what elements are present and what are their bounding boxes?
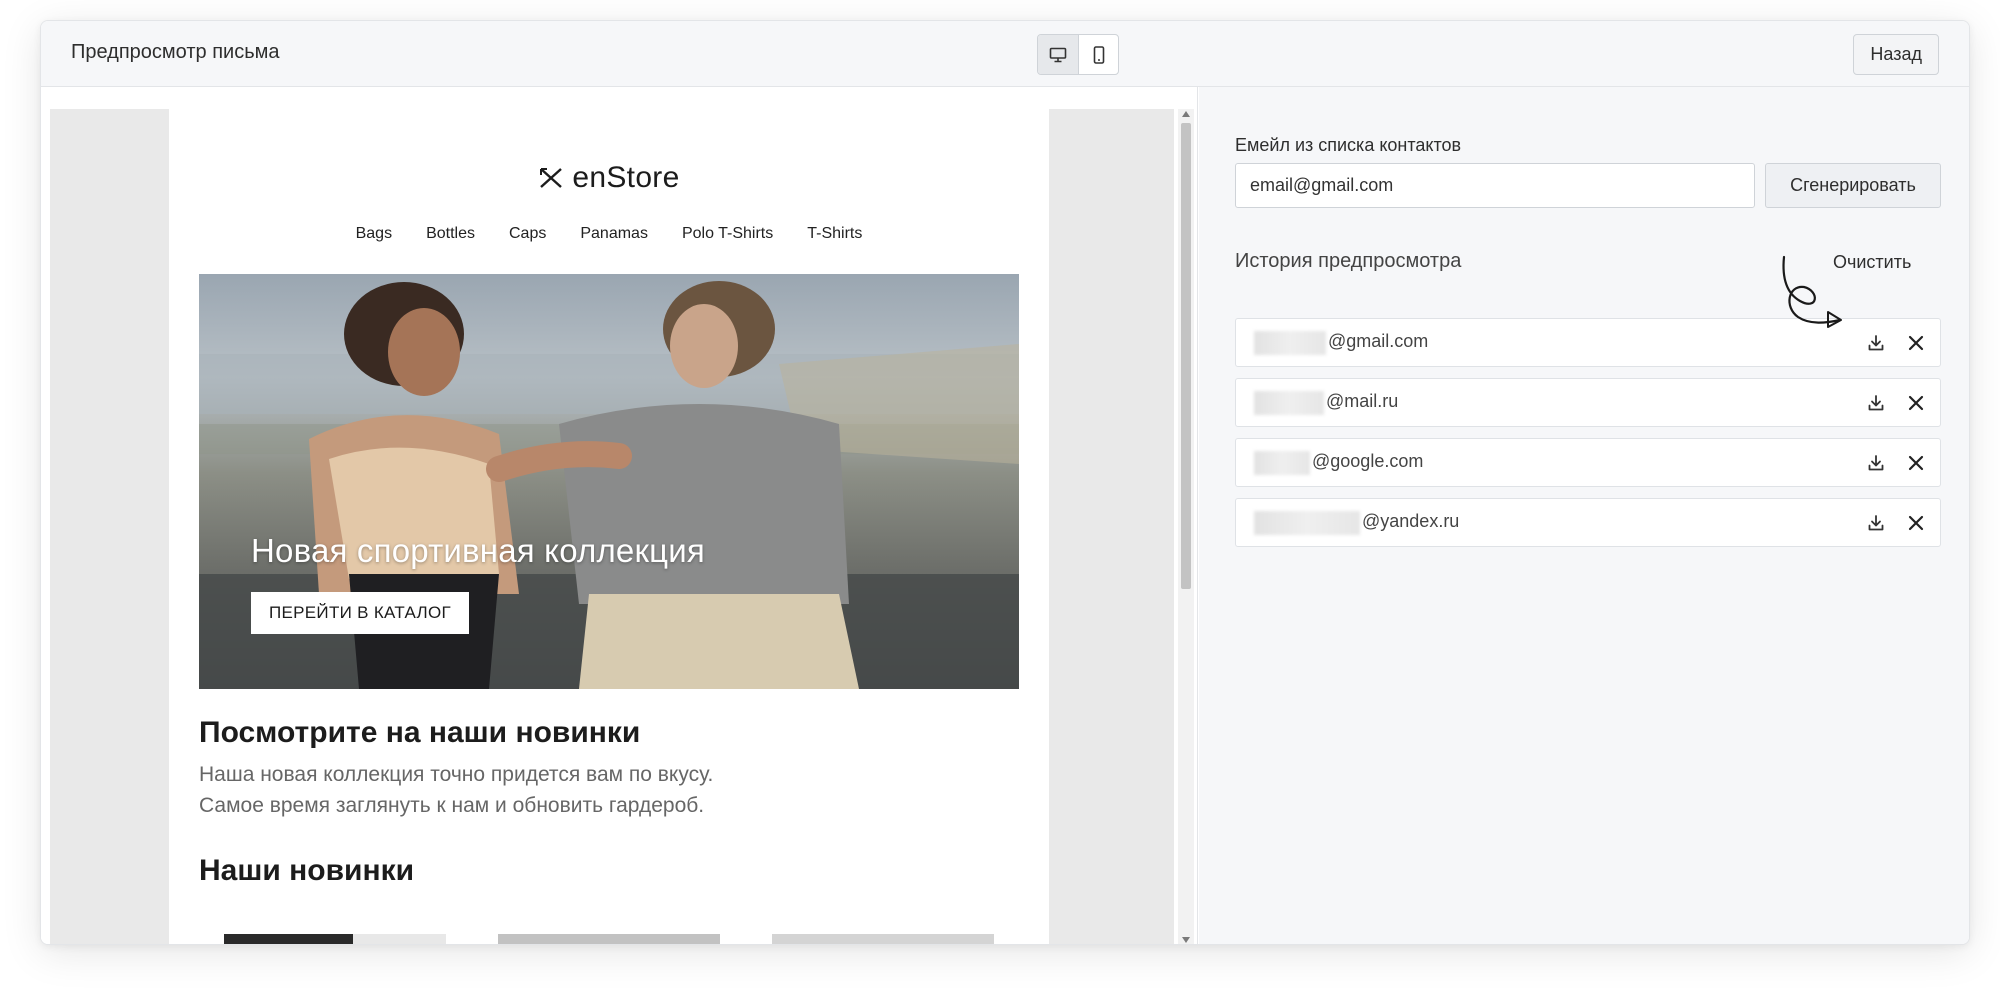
close-icon xyxy=(1908,395,1924,411)
download-button[interactable] xyxy=(1864,451,1888,475)
preview-scrollbar[interactable] xyxy=(1178,109,1194,944)
download-button[interactable] xyxy=(1864,391,1888,415)
email-canvas: enStore Bags Bottles Caps Panamas Polo T… xyxy=(50,109,1174,944)
generate-button[interactable]: Сгенерировать xyxy=(1765,163,1941,208)
hero-title: Новая спортивная коллекция xyxy=(251,532,705,569)
email-preview-window: Предпросмотр письма Назад enStore Bags B… xyxy=(40,20,1970,945)
preview-header: Предпросмотр письма Назад xyxy=(41,21,1969,87)
nav-link-polo-t-shirts[interactable]: Polo T-Shirts xyxy=(682,225,773,243)
section-title: Посмотрите на наши новинки xyxy=(199,716,641,749)
download-icon xyxy=(1868,515,1884,531)
redacted-email-prefix xyxy=(1254,451,1310,475)
page-title: Предпросмотр письма xyxy=(71,41,280,63)
history-item[interactable]: @yandex.ru xyxy=(1235,498,1941,547)
remove-button[interactable] xyxy=(1904,451,1928,475)
product-card[interactable] xyxy=(772,934,994,944)
download-button[interactable] xyxy=(1864,331,1888,355)
history-email-domain: @mail.ru xyxy=(1326,391,1399,411)
new-products-title: Наши новинки xyxy=(199,854,415,887)
history-email-domain: @google.com xyxy=(1312,451,1424,471)
hero-banner: Новая спортивная коллекция ПЕРЕЙТИ В КАТ… xyxy=(199,274,1019,689)
logo-text: enStore xyxy=(572,161,680,194)
annotation-arrow-icon xyxy=(1782,255,1842,328)
desktop-view-button[interactable] xyxy=(1038,35,1078,74)
mobile-view-button[interactable] xyxy=(1078,35,1118,74)
scroll-down-icon[interactable] xyxy=(1182,937,1190,943)
scroll-thumb[interactable] xyxy=(1181,123,1191,589)
history-item[interactable]: @mail.ru xyxy=(1235,378,1941,427)
enstore-logo-icon xyxy=(540,168,563,188)
history-title: История предпросмотра xyxy=(1235,250,1462,272)
section-text-line-2: Самое время заглянуть к нам и обновить г… xyxy=(199,794,705,817)
nav-link-caps[interactable]: Caps xyxy=(509,225,546,243)
device-toggle xyxy=(1037,34,1119,75)
scroll-up-icon[interactable] xyxy=(1182,111,1190,117)
back-button[interactable]: Назад xyxy=(1853,34,1939,75)
history-item[interactable]: @google.com xyxy=(1235,438,1941,487)
close-icon xyxy=(1908,455,1924,471)
history-email-domain: @yandex.ru xyxy=(1362,511,1460,531)
nav-link-bags[interactable]: Bags xyxy=(356,225,392,243)
download-icon xyxy=(1868,455,1884,471)
contact-email-label: Емейл из списка контактов xyxy=(1235,135,1462,155)
nav-link-t-shirts[interactable]: T-Shirts xyxy=(807,225,862,243)
nav-link-bottles[interactable]: Bottles xyxy=(426,225,475,243)
email-nav: Bags Bottles Caps Panamas Polo T-Shirts … xyxy=(169,225,1049,243)
close-icon xyxy=(1908,515,1924,531)
catalog-button[interactable]: ПЕРЕЙТИ В КАТАЛОГ xyxy=(251,592,469,634)
email-body: enStore Bags Bottles Caps Panamas Polo T… xyxy=(169,109,1049,944)
download-button[interactable] xyxy=(1864,511,1888,535)
section-text-line-1: Наша новая коллекция точно придется вам … xyxy=(199,763,714,786)
download-icon xyxy=(1868,395,1884,411)
remove-button[interactable] xyxy=(1904,391,1928,415)
store-logo[interactable]: enStore xyxy=(169,161,1049,195)
redacted-email-prefix xyxy=(1254,391,1324,415)
product-card[interactable] xyxy=(498,934,720,944)
redacted-email-prefix xyxy=(1254,511,1360,535)
section-text: Наша новая коллекция точно придется вам … xyxy=(199,759,713,821)
preview-sidebar: Емейл из списка контактов Сгенерировать … xyxy=(1199,87,1969,944)
remove-button[interactable] xyxy=(1904,331,1928,355)
redacted-email-prefix xyxy=(1254,331,1326,355)
contact-email-input[interactable] xyxy=(1235,163,1755,208)
download-icon xyxy=(1868,335,1884,351)
history-email-domain: @gmail.com xyxy=(1328,331,1429,351)
mobile-icon xyxy=(1093,45,1104,64)
nav-link-panamas[interactable]: Panamas xyxy=(580,225,648,243)
desktop-icon xyxy=(1049,47,1067,62)
product-card[interactable] xyxy=(224,934,446,944)
email-preview-pane: enStore Bags Bottles Caps Panamas Polo T… xyxy=(41,87,1198,944)
remove-button[interactable] xyxy=(1904,511,1928,535)
close-icon xyxy=(1908,335,1924,351)
